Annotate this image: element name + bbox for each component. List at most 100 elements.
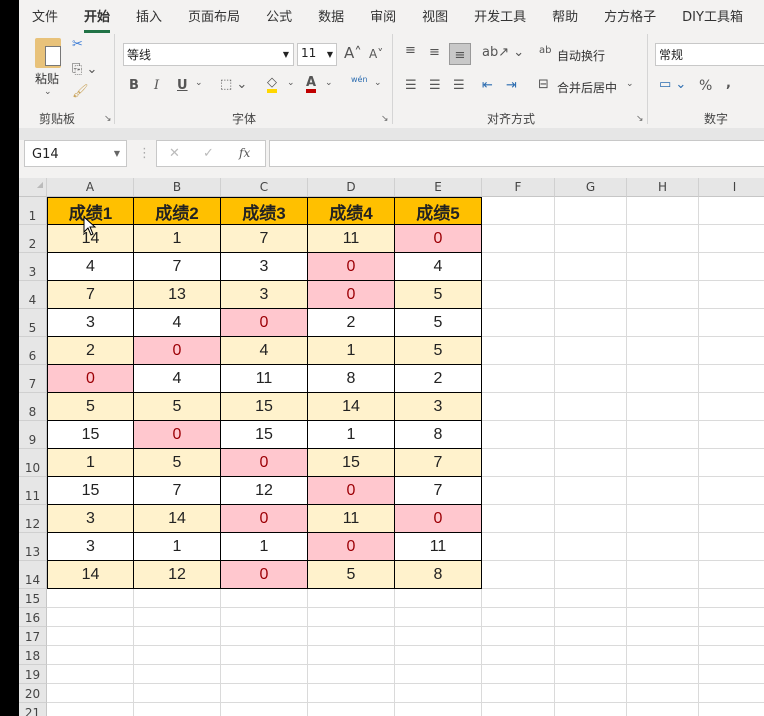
- comma-button[interactable]: ,: [726, 77, 731, 90]
- row-header-12[interactable]: 12: [19, 505, 47, 533]
- cell[interactable]: [308, 646, 395, 665]
- row-header-1[interactable]: 1: [19, 197, 47, 225]
- cell[interactable]: [221, 684, 308, 703]
- cell[interactable]: [699, 627, 764, 646]
- row-header-6[interactable]: 6: [19, 337, 47, 365]
- header-cell[interactable]: 成绩4: [308, 197, 395, 225]
- align-center-icon[interactable]: ☰: [429, 79, 441, 92]
- tab-6[interactable]: 审阅: [357, 6, 409, 25]
- cell[interactable]: [699, 393, 764, 421]
- column-header-C[interactable]: C: [221, 178, 308, 197]
- underline-button[interactable]: U: [177, 79, 188, 92]
- cell[interactable]: [699, 703, 764, 716]
- paste-button[interactable]: 粘贴: [35, 70, 59, 87]
- cell[interactable]: 15: [221, 393, 308, 421]
- cell[interactable]: [555, 393, 627, 421]
- increase-indent-icon[interactable]: ⇥: [506, 79, 517, 92]
- cell[interactable]: [555, 281, 627, 309]
- cell[interactable]: [699, 505, 764, 533]
- cell-zero[interactable]: 0: [134, 337, 221, 365]
- cell[interactable]: 1: [308, 421, 395, 449]
- cell[interactable]: [47, 646, 134, 665]
- cell[interactable]: 14: [308, 393, 395, 421]
- border-icon[interactable]: ⬚ ⌄: [220, 78, 247, 91]
- column-header-F[interactable]: F: [482, 178, 555, 197]
- cell[interactable]: 11: [308, 505, 395, 533]
- cell[interactable]: 12: [134, 561, 221, 589]
- cell[interactable]: [482, 449, 555, 477]
- cell[interactable]: [555, 561, 627, 589]
- cell[interactable]: [308, 589, 395, 608]
- cell[interactable]: [482, 608, 555, 627]
- cell[interactable]: [482, 225, 555, 253]
- cell[interactable]: 3: [47, 533, 134, 561]
- merge-center-icon[interactable]: ⊟: [538, 78, 549, 91]
- fill-color-dropdown-icon[interactable]: ⌄: [287, 79, 295, 88]
- row-header-10[interactable]: 10: [19, 449, 47, 477]
- cell[interactable]: 3: [47, 309, 134, 337]
- tab-7[interactable]: 视图: [409, 6, 461, 25]
- column-header-H[interactable]: H: [627, 178, 699, 197]
- cell[interactable]: 4: [47, 253, 134, 281]
- accounting-format-icon[interactable]: ▭ ⌄: [659, 78, 686, 91]
- row-header-2[interactable]: 2: [19, 225, 47, 253]
- cell[interactable]: 14: [47, 561, 134, 589]
- column-header-D[interactable]: D: [308, 178, 395, 197]
- cell[interactable]: [395, 703, 482, 716]
- cell[interactable]: [699, 253, 764, 281]
- column-header-E[interactable]: E: [395, 178, 482, 197]
- cell[interactable]: 2: [47, 337, 134, 365]
- enter-icon[interactable]: ✓: [203, 147, 214, 160]
- cell[interactable]: [699, 589, 764, 608]
- cell[interactable]: [134, 703, 221, 716]
- cell[interactable]: 8: [395, 421, 482, 449]
- cell[interactable]: 15: [308, 449, 395, 477]
- cancel-icon[interactable]: ✕: [169, 147, 180, 160]
- phonetic-icon[interactable]: wén: [351, 76, 368, 84]
- cell[interactable]: [699, 449, 764, 477]
- align-middle-icon[interactable]: ≡: [429, 46, 440, 59]
- cell[interactable]: 1: [134, 533, 221, 561]
- align-top-icon[interactable]: ≡: [405, 44, 416, 57]
- cell[interactable]: [134, 627, 221, 646]
- row-header-17[interactable]: 17: [19, 627, 47, 646]
- cell[interactable]: 4: [395, 253, 482, 281]
- cut-icon[interactable]: ✂: [72, 38, 83, 51]
- row-header-18[interactable]: 18: [19, 646, 47, 665]
- wrap-text-button[interactable]: 自动换行: [557, 47, 605, 64]
- cell[interactable]: [482, 309, 555, 337]
- cell[interactable]: [627, 665, 699, 684]
- cell[interactable]: [699, 281, 764, 309]
- cell-zero[interactable]: 0: [221, 449, 308, 477]
- tab-5[interactable]: 数据: [305, 6, 357, 25]
- cell[interactable]: 5: [134, 393, 221, 421]
- cell[interactable]: 1: [308, 337, 395, 365]
- cell[interactable]: [699, 533, 764, 561]
- name-box[interactable]: G14 ▼: [24, 140, 127, 167]
- cell-zero[interactable]: 0: [308, 253, 395, 281]
- cell[interactable]: [482, 703, 555, 716]
- cell[interactable]: [627, 365, 699, 393]
- cell-zero[interactable]: 0: [308, 477, 395, 505]
- cell[interactable]: [627, 703, 699, 716]
- cell[interactable]: [482, 561, 555, 589]
- row-header-16[interactable]: 16: [19, 608, 47, 627]
- cell[interactable]: [699, 225, 764, 253]
- cell[interactable]: [134, 684, 221, 703]
- cell-zero[interactable]: 0: [221, 505, 308, 533]
- cell[interactable]: 4: [134, 365, 221, 393]
- cell[interactable]: [482, 477, 555, 505]
- cell[interactable]: 5: [395, 309, 482, 337]
- cell[interactable]: [555, 197, 627, 225]
- cell[interactable]: [627, 589, 699, 608]
- tab-11[interactable]: DIY工具箱: [669, 6, 756, 25]
- cell[interactable]: [47, 703, 134, 716]
- cell[interactable]: [134, 589, 221, 608]
- italic-button[interactable]: I: [154, 79, 159, 92]
- cell[interactable]: [555, 589, 627, 608]
- orientation-icon[interactable]: ab↗ ⌄: [482, 46, 524, 59]
- cell[interactable]: [482, 684, 555, 703]
- cell[interactable]: [555, 505, 627, 533]
- tab-2[interactable]: 插入: [123, 6, 175, 25]
- cell[interactable]: [555, 533, 627, 561]
